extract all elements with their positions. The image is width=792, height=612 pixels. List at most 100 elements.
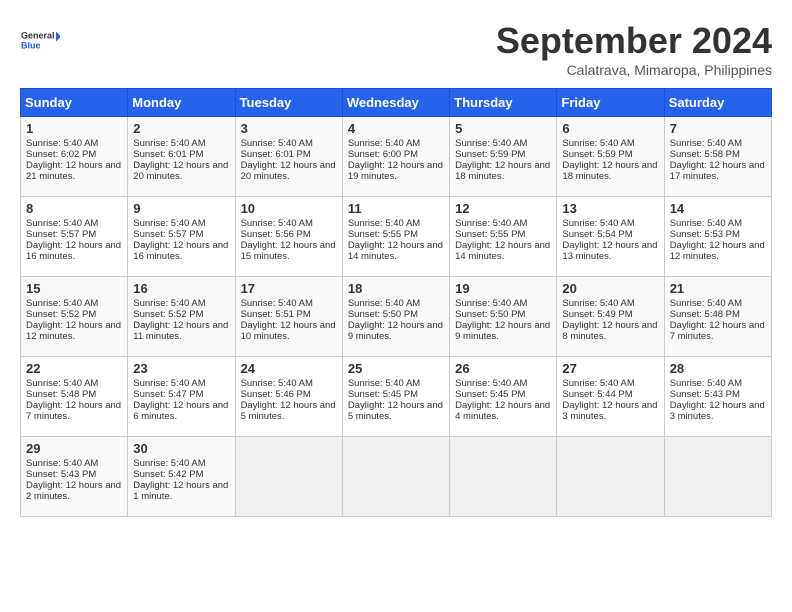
calendar-day-cell: 24 Sunrise: 5:40 AM Sunset: 5:46 PM Dayl… — [235, 357, 342, 437]
calendar-day-cell — [557, 437, 664, 517]
day-number: 3 — [241, 121, 337, 136]
calendar-day-cell: 27 Sunrise: 5:40 AM Sunset: 5:44 PM Dayl… — [557, 357, 664, 437]
day-number: 17 — [241, 281, 337, 296]
calendar-day-cell: 25 Sunrise: 5:40 AM Sunset: 5:45 PM Dayl… — [342, 357, 449, 437]
day-number: 8 — [26, 201, 122, 216]
calendar-day-cell — [342, 437, 449, 517]
day-number: 20 — [562, 281, 658, 296]
sunset-label: Sunset: 6:01 PM — [133, 149, 203, 160]
sunset-label: Sunset: 5:46 PM — [241, 389, 311, 400]
daylight-label: Daylight: 12 hours and 20 minutes. — [133, 160, 228, 182]
sunset-label: Sunset: 5:53 PM — [670, 229, 740, 240]
calendar-day-cell: 5 Sunrise: 5:40 AM Sunset: 5:59 PM Dayli… — [450, 117, 557, 197]
daylight-label: Daylight: 12 hours and 5 minutes. — [241, 400, 336, 422]
daylight-label: Daylight: 12 hours and 4 minutes. — [455, 400, 550, 422]
sunset-label: Sunset: 6:01 PM — [241, 149, 311, 160]
day-number: 1 — [26, 121, 122, 136]
daylight-label: Daylight: 12 hours and 18 minutes. — [455, 160, 550, 182]
calendar-day-cell: 8 Sunrise: 5:40 AM Sunset: 5:57 PM Dayli… — [21, 197, 128, 277]
day-number: 23 — [133, 361, 229, 376]
calendar-day-cell: 12 Sunrise: 5:40 AM Sunset: 5:55 PM Dayl… — [450, 197, 557, 277]
calendar-day-cell — [664, 437, 771, 517]
sunset-label: Sunset: 5:58 PM — [670, 149, 740, 160]
calendar-header-cell: Monday — [128, 89, 235, 117]
daylight-label: Daylight: 12 hours and 8 minutes. — [562, 320, 657, 342]
sunrise-label: Sunrise: 5:40 AM — [348, 298, 420, 309]
calendar-header-cell: Thursday — [450, 89, 557, 117]
calendar-day-cell: 14 Sunrise: 5:40 AM Sunset: 5:53 PM Dayl… — [664, 197, 771, 277]
day-number: 6 — [562, 121, 658, 136]
sunrise-label: Sunrise: 5:40 AM — [26, 458, 98, 469]
sunrise-label: Sunrise: 5:40 AM — [455, 378, 527, 389]
sunrise-label: Sunrise: 5:40 AM — [670, 378, 742, 389]
calendar-week-row: 8 Sunrise: 5:40 AM Sunset: 5:57 PM Dayli… — [21, 197, 772, 277]
daylight-label: Daylight: 12 hours and 16 minutes. — [133, 240, 228, 262]
calendar-day-cell: 20 Sunrise: 5:40 AM Sunset: 5:49 PM Dayl… — [557, 277, 664, 357]
sunset-label: Sunset: 6:00 PM — [348, 149, 418, 160]
calendar-day-cell — [235, 437, 342, 517]
sunset-label: Sunset: 5:50 PM — [455, 309, 525, 320]
day-number: 2 — [133, 121, 229, 136]
month-title: September 2024 — [496, 20, 772, 62]
calendar-header-cell: Tuesday — [235, 89, 342, 117]
daylight-label: Daylight: 12 hours and 17 minutes. — [670, 160, 765, 182]
calendar-header-cell: Sunday — [21, 89, 128, 117]
sunrise-label: Sunrise: 5:40 AM — [348, 218, 420, 229]
daylight-label: Daylight: 12 hours and 7 minutes. — [670, 320, 765, 342]
sunset-label: Sunset: 5:54 PM — [562, 229, 632, 240]
day-number: 14 — [670, 201, 766, 216]
calendar-day-cell: 19 Sunrise: 5:40 AM Sunset: 5:50 PM Dayl… — [450, 277, 557, 357]
calendar-day-cell: 6 Sunrise: 5:40 AM Sunset: 5:59 PM Dayli… — [557, 117, 664, 197]
calendar-header-cell: Friday — [557, 89, 664, 117]
sunset-label: Sunset: 5:45 PM — [455, 389, 525, 400]
sunrise-label: Sunrise: 5:40 AM — [562, 378, 634, 389]
sunset-label: Sunset: 5:52 PM — [26, 309, 96, 320]
sunset-label: Sunset: 5:52 PM — [133, 309, 203, 320]
sunrise-label: Sunrise: 5:40 AM — [241, 378, 313, 389]
sunrise-label: Sunrise: 5:40 AM — [133, 458, 205, 469]
calendar-day-cell: 16 Sunrise: 5:40 AM Sunset: 5:52 PM Dayl… — [128, 277, 235, 357]
sunset-label: Sunset: 5:44 PM — [562, 389, 632, 400]
sunrise-label: Sunrise: 5:40 AM — [26, 378, 98, 389]
location: Calatrava, Mimaropa, Philippines — [496, 62, 772, 78]
day-number: 26 — [455, 361, 551, 376]
daylight-label: Daylight: 12 hours and 21 minutes. — [26, 160, 121, 182]
day-number: 15 — [26, 281, 122, 296]
daylight-label: Daylight: 12 hours and 3 minutes. — [562, 400, 657, 422]
day-number: 18 — [348, 281, 444, 296]
calendar-week-row: 15 Sunrise: 5:40 AM Sunset: 5:52 PM Dayl… — [21, 277, 772, 357]
calendar-day-cell: 26 Sunrise: 5:40 AM Sunset: 5:45 PM Dayl… — [450, 357, 557, 437]
daylight-label: Daylight: 12 hours and 6 minutes. — [133, 400, 228, 422]
sunset-label: Sunset: 5:55 PM — [455, 229, 525, 240]
sunset-label: Sunset: 6:02 PM — [26, 149, 96, 160]
day-number: 9 — [133, 201, 229, 216]
calendar-day-cell: 4 Sunrise: 5:40 AM Sunset: 6:00 PM Dayli… — [342, 117, 449, 197]
sunrise-label: Sunrise: 5:40 AM — [133, 298, 205, 309]
sunrise-label: Sunrise: 5:40 AM — [26, 218, 98, 229]
day-number: 29 — [26, 441, 122, 456]
calendar-day-cell: 23 Sunrise: 5:40 AM Sunset: 5:47 PM Dayl… — [128, 357, 235, 437]
daylight-label: Daylight: 12 hours and 18 minutes. — [562, 160, 657, 182]
sunrise-label: Sunrise: 5:40 AM — [348, 378, 420, 389]
day-number: 24 — [241, 361, 337, 376]
calendar-header-cell: Saturday — [664, 89, 771, 117]
sunset-label: Sunset: 5:56 PM — [241, 229, 311, 240]
sunset-label: Sunset: 5:49 PM — [562, 309, 632, 320]
calendar-day-cell: 11 Sunrise: 5:40 AM Sunset: 5:55 PM Dayl… — [342, 197, 449, 277]
day-number: 22 — [26, 361, 122, 376]
daylight-label: Daylight: 12 hours and 2 minutes. — [26, 480, 121, 502]
sunrise-label: Sunrise: 5:40 AM — [455, 218, 527, 229]
sunrise-label: Sunrise: 5:40 AM — [670, 298, 742, 309]
daylight-label: Daylight: 12 hours and 3 minutes. — [670, 400, 765, 422]
title-block: September 2024 Calatrava, Mimaropa, Phil… — [496, 20, 772, 78]
calendar-day-cell: 17 Sunrise: 5:40 AM Sunset: 5:51 PM Dayl… — [235, 277, 342, 357]
daylight-label: Daylight: 12 hours and 11 minutes. — [133, 320, 228, 342]
day-number: 11 — [348, 201, 444, 216]
daylight-label: Daylight: 12 hours and 10 minutes. — [241, 320, 336, 342]
calendar-day-cell: 18 Sunrise: 5:40 AM Sunset: 5:50 PM Dayl… — [342, 277, 449, 357]
logo: General Blue — [20, 20, 60, 60]
sunset-label: Sunset: 5:55 PM — [348, 229, 418, 240]
calendar-day-cell: 13 Sunrise: 5:40 AM Sunset: 5:54 PM Dayl… — [557, 197, 664, 277]
day-number: 7 — [670, 121, 766, 136]
sunset-label: Sunset: 5:59 PM — [562, 149, 632, 160]
